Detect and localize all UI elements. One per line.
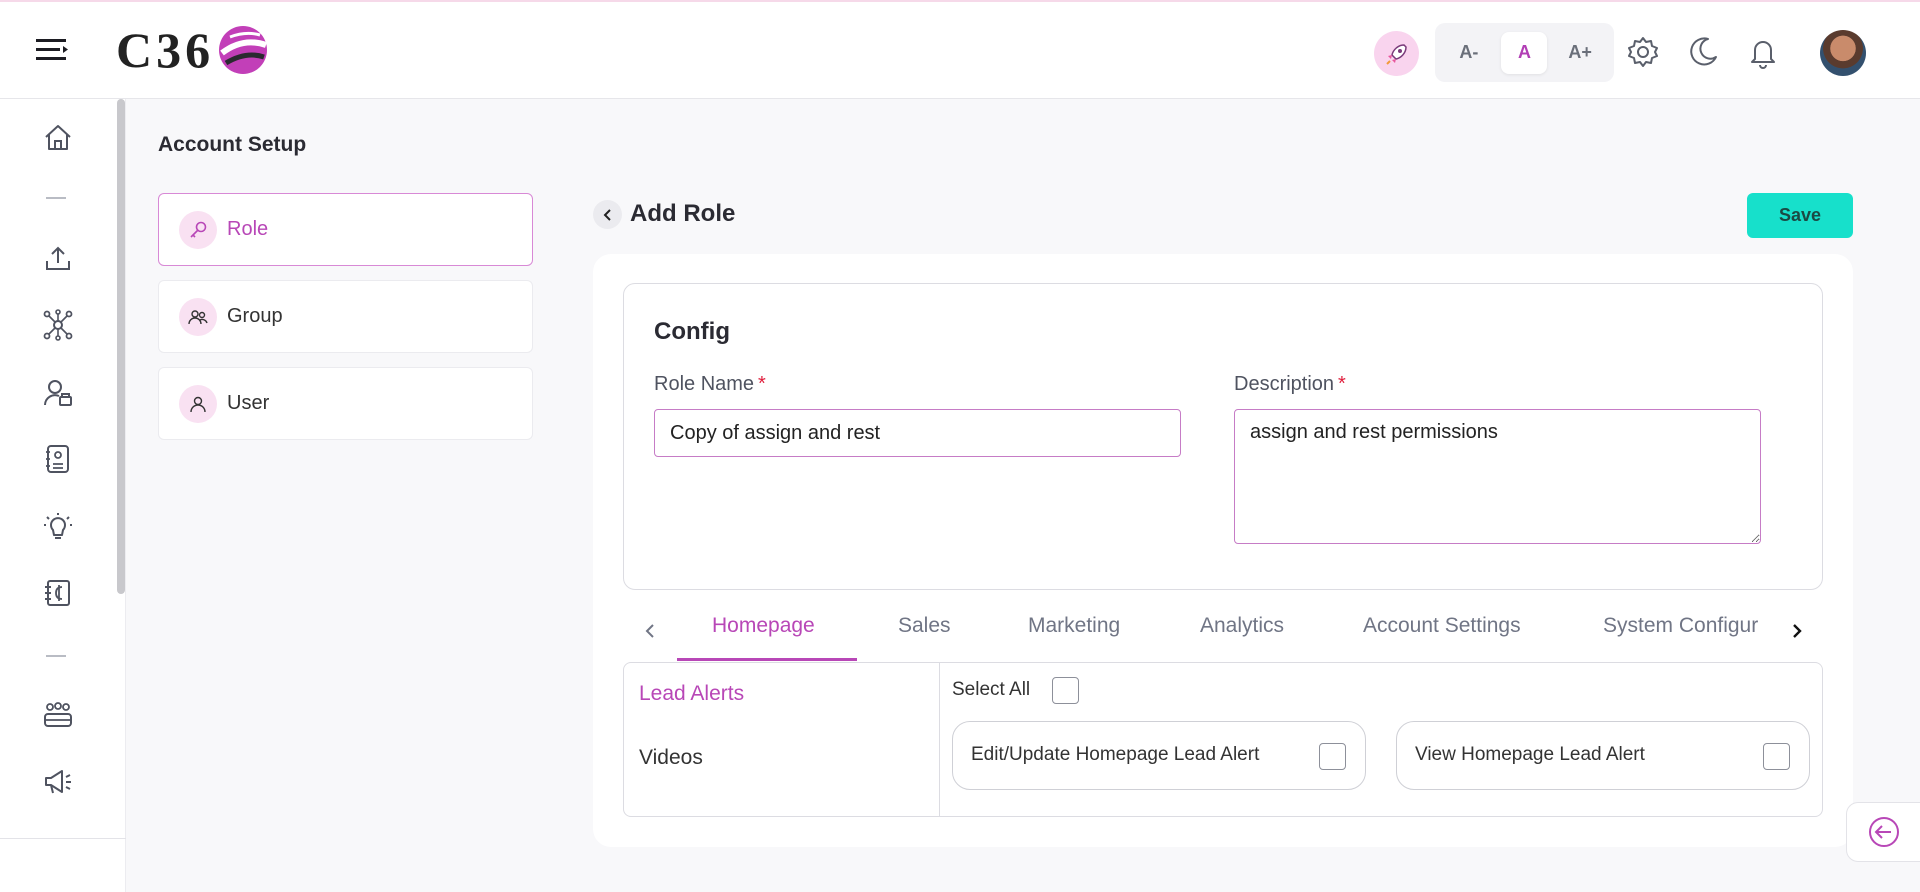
logo-text: C36 xyxy=(116,22,215,78)
save-button[interactable]: Save xyxy=(1747,193,1853,238)
user-management-icon[interactable] xyxy=(42,377,74,409)
chevron-left-icon xyxy=(603,208,611,221)
upload-icon[interactable] xyxy=(42,243,74,275)
role-name-label-text: Role Name xyxy=(654,373,755,395)
nav-item-label: User xyxy=(227,392,270,414)
lightbulb-icon[interactable] xyxy=(42,511,74,543)
permission-item-label: View Homepage Lead Alert xyxy=(1415,744,1645,765)
config-title: Config xyxy=(654,318,730,345)
nav-item-user[interactable]: User xyxy=(158,367,533,440)
user-icon xyxy=(179,384,217,423)
role-name-input[interactable] xyxy=(654,409,1181,457)
role-name-label: Role Name * xyxy=(654,373,766,396)
tab-scroll-right-button[interactable] xyxy=(1782,616,1812,646)
chevron-right-icon xyxy=(1793,624,1802,638)
tab-marketing[interactable]: Marketing xyxy=(1028,614,1120,638)
tab-sales[interactable]: Sales xyxy=(898,614,951,638)
tab-system-configuration[interactable]: System Configur xyxy=(1603,614,1758,638)
permission-category-videos[interactable]: Videos xyxy=(639,746,703,770)
key-icon xyxy=(179,210,217,249)
permission-item: Edit/Update Homepage Lead Alert xyxy=(952,721,1366,790)
permission-category-lead-alerts[interactable]: Lead Alerts xyxy=(639,682,744,706)
avatar[interactable] xyxy=(1820,30,1866,76)
bell-icon[interactable] xyxy=(1746,35,1780,69)
font-default-button[interactable]: A xyxy=(1501,31,1548,74)
page-title: Account Setup xyxy=(158,133,307,156)
chevron-left-icon xyxy=(645,624,654,638)
moon-icon[interactable] xyxy=(1686,35,1720,69)
globe-logo-icon xyxy=(219,26,268,74)
nav-item-group[interactable]: Group xyxy=(158,280,533,353)
tab-analytics[interactable]: Analytics xyxy=(1200,614,1284,638)
network-icon[interactable] xyxy=(42,309,74,341)
tab-account-settings[interactable]: Account Settings xyxy=(1363,614,1521,638)
tab-homepage[interactable]: Homepage xyxy=(712,614,815,638)
description-label: Description * xyxy=(1234,373,1346,396)
gear-icon[interactable] xyxy=(1626,35,1660,69)
required-mark: * xyxy=(758,373,766,395)
permission-checkbox[interactable] xyxy=(1763,743,1790,770)
font-size-controls: A- A A+ xyxy=(1435,23,1614,82)
sidebar-bottom-divider xyxy=(0,838,126,839)
description-label-text: Description xyxy=(1234,373,1335,395)
permissions-divider xyxy=(939,662,940,817)
nav-item-role[interactable]: Role xyxy=(158,193,533,266)
description-textarea[interactable]: assign and rest permissions xyxy=(1234,409,1761,544)
sidebar-scrollbar[interactable] xyxy=(117,99,125,594)
nav-item-label: Group xyxy=(227,305,283,327)
top-bar: C36 A- A A+ xyxy=(0,0,1920,99)
select-all-checkbox[interactable] xyxy=(1052,677,1079,704)
nav-item-label: Role xyxy=(227,218,269,240)
team-icon[interactable] xyxy=(42,699,74,731)
tab-scroll-left-button[interactable] xyxy=(635,616,665,646)
sidebar-separator xyxy=(46,655,66,657)
logo[interactable]: C36 xyxy=(116,20,270,80)
rocket-button[interactable] xyxy=(1374,31,1419,76)
tab-overflow-clip: System Configur xyxy=(1603,600,1773,660)
font-increase-button[interactable]: A+ xyxy=(1557,32,1603,74)
menu-toggle-icon[interactable] xyxy=(36,36,70,66)
billing-icon[interactable] xyxy=(42,577,74,609)
font-decrease-button[interactable]: A- xyxy=(1446,32,1492,74)
contact-card-icon[interactable] xyxy=(42,443,74,475)
required-mark: * xyxy=(1338,373,1346,395)
sidebar-separator xyxy=(46,197,66,199)
back-button[interactable] xyxy=(593,200,622,229)
floating-back-button[interactable] xyxy=(1846,802,1920,862)
group-icon xyxy=(179,297,217,336)
arrow-left-circle-icon xyxy=(1868,817,1899,847)
select-all-label: Select All xyxy=(952,679,1031,700)
active-tab-indicator xyxy=(677,658,857,661)
megaphone-icon[interactable] xyxy=(42,765,74,797)
permission-item-label: Edit/Update Homepage Lead Alert xyxy=(971,744,1260,765)
permission-item: View Homepage Lead Alert xyxy=(1396,721,1810,790)
section-title: Add Role xyxy=(630,200,736,227)
permission-checkbox[interactable] xyxy=(1319,743,1346,770)
home-icon[interactable] xyxy=(42,122,74,154)
rocket-icon xyxy=(1385,43,1407,65)
